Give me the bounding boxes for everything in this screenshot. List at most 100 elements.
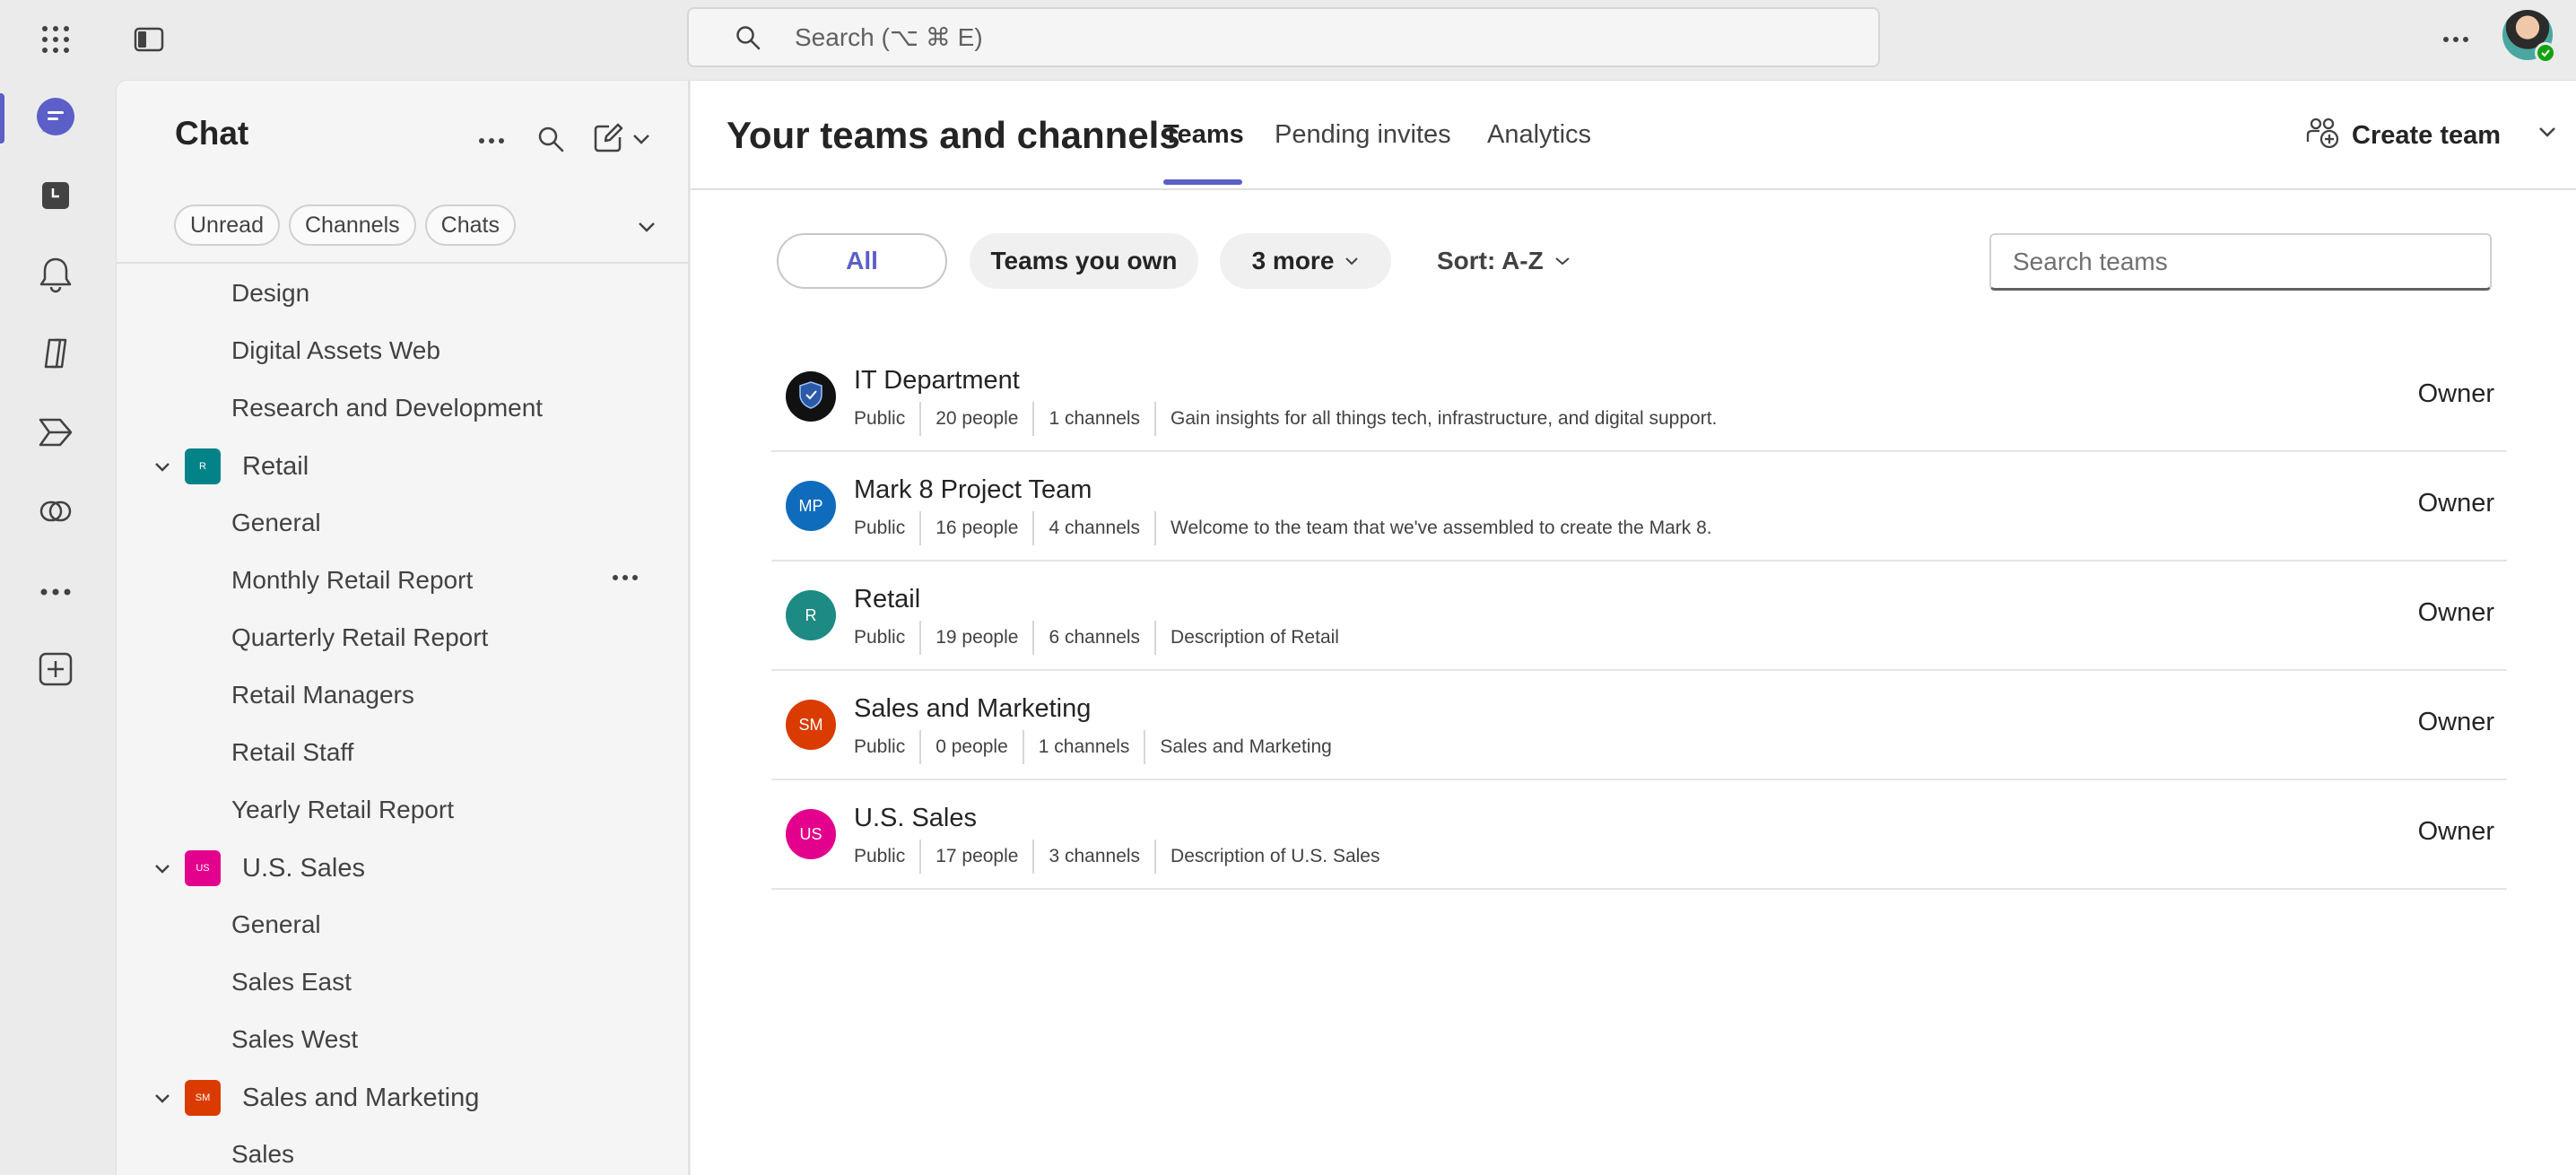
- divider: [1032, 402, 1035, 436]
- channel-item[interactable]: Sales West: [231, 1025, 358, 1054]
- rail-add-app[interactable]: [0, 635, 111, 707]
- team-avatar: R: [185, 448, 221, 484]
- team-description: Sales and Marketing: [1160, 736, 1332, 757]
- divider: [1144, 730, 1146, 764]
- channel-item[interactable]: General: [231, 910, 321, 939]
- divider: [1032, 840, 1035, 874]
- chat-filter-pills: Unread Channels Chats: [174, 205, 516, 246]
- team-people: 0 people: [936, 736, 1008, 757]
- tab-teams[interactable]: Teams: [1163, 120, 1244, 150]
- planner-icon: [37, 414, 74, 455]
- new-chat-chevron-down-icon[interactable]: [630, 127, 653, 151]
- team-row[interactable]: MP Mark 8 Project Team Public 16 people …: [771, 452, 2507, 561]
- team-avatar: [786, 371, 836, 422]
- presence-available-icon: [2535, 42, 2556, 64]
- more-options-icon[interactable]: [2436, 20, 2476, 59]
- channel-item[interactable]: Quarterly Retail Report: [231, 623, 488, 652]
- divider: [919, 840, 922, 874]
- divider: [1154, 402, 1157, 436]
- team-description: Description of U.S. Sales: [1171, 846, 1380, 866]
- team-role: Owner: [2417, 817, 2494, 846]
- team-meta: Public 0 people 1 channels Sales and Mar…: [854, 730, 1332, 764]
- rail-copilot[interactable]: [0, 319, 111, 391]
- team-visibility: Public: [854, 846, 906, 866]
- chat-panel: Chat Unread Channels Chats Design Digita…: [116, 80, 690, 1175]
- team-visibility: Public: [854, 518, 906, 538]
- team-row[interactable]: R Retail Public 19 people 6 channels Des…: [771, 561, 2507, 671]
- sort-dropdown[interactable]: Sort: A-Z: [1437, 247, 1571, 275]
- rail-activity[interactable]: [0, 240, 111, 312]
- rail-loop[interactable]: [0, 477, 111, 549]
- channel-item[interactable]: Digital Assets Web: [231, 336, 440, 365]
- create-team-chevron-down-icon[interactable]: [2538, 126, 2556, 142]
- team-visibility: Public: [854, 408, 906, 429]
- divider: [919, 730, 922, 764]
- divider: [919, 402, 922, 436]
- chat-panel-title: Chat: [175, 115, 249, 152]
- top-bar: Search (⌥ ⌘ E): [0, 0, 2576, 80]
- team-name: U.S. Sales: [854, 804, 977, 832]
- app-launcher-icon[interactable]: [36, 20, 75, 59]
- active-tab-indicator: [1163, 179, 1242, 185]
- channel-item[interactable]: Monthly Retail Report: [231, 566, 473, 595]
- calendar-icon: [39, 179, 72, 216]
- team-name: Mark 8 Project Team: [854, 475, 1092, 504]
- channel-item[interactable]: Retail Managers: [231, 681, 414, 709]
- app-rail: [0, 80, 116, 1175]
- team-role: Owner: [2417, 379, 2494, 408]
- rail-more-apps[interactable]: [0, 556, 111, 628]
- team-channels: 4 channels: [1049, 518, 1141, 538]
- create-team-button[interactable]: Create team: [2305, 115, 2501, 156]
- chat-more-options-icon[interactable]: [474, 127, 509, 154]
- tab-analytics[interactable]: Analytics: [1487, 120, 1591, 150]
- global-search-input[interactable]: Search (⌥ ⌘ E): [687, 7, 1880, 67]
- divider: [1022, 730, 1024, 764]
- tab-pending-invites[interactable]: Pending invites: [1275, 120, 1451, 150]
- filter-teams-you-own-button[interactable]: Teams you own: [970, 233, 1198, 289]
- channel-item[interactable]: Research and Development: [231, 394, 543, 422]
- team-header-sales-and-marketing[interactable]: SM Sales and Marketing: [149, 1080, 479, 1116]
- channel-item[interactable]: General: [231, 509, 321, 537]
- chat-icon: [35, 96, 76, 142]
- rail-planner[interactable]: [0, 398, 111, 470]
- rail-chat[interactable]: [0, 83, 111, 154]
- team-people: 16 people: [936, 518, 1019, 538]
- team-row[interactable]: IT Department Public 20 people 1 channel…: [771, 343, 2507, 452]
- channel-item[interactable]: Sales: [231, 1140, 294, 1169]
- user-avatar[interactable]: [2502, 10, 2556, 64]
- filters-chevron-down-icon[interactable]: [635, 215, 658, 239]
- team-header-retail[interactable]: R Retail: [149, 448, 309, 484]
- team-role: Owner: [2417, 598, 2494, 627]
- channel-item[interactable]: Design: [231, 279, 309, 308]
- divider: [1154, 621, 1157, 655]
- divider: [1032, 621, 1035, 655]
- team-meta: Public 16 people 4 channels Welcome to t…: [854, 511, 1712, 545]
- search-icon: [735, 25, 771, 50]
- channel-item[interactable]: Sales East: [231, 968, 352, 997]
- new-chat-icon[interactable]: [590, 120, 626, 156]
- create-team-label: Create team: [2352, 120, 2502, 150]
- main-header: Your teams and channels Teams Pending in…: [691, 81, 2576, 190]
- team-row[interactable]: SM Sales and Marketing Public 0 people 1…: [771, 671, 2507, 780]
- filter-channels[interactable]: Channels: [289, 205, 416, 246]
- filter-more-button[interactable]: 3 more: [1220, 233, 1391, 289]
- filter-unread[interactable]: Unread: [174, 205, 280, 246]
- team-meta: Public 19 people 6 channels Description …: [854, 621, 1339, 655]
- channel-item[interactable]: Retail Staff: [231, 738, 353, 767]
- filter-all-button[interactable]: All: [777, 233, 947, 289]
- team-channels: 3 channels: [1049, 846, 1141, 866]
- sidebar-toggle-icon[interactable]: [129, 20, 169, 59]
- team-row[interactable]: US U.S. Sales Public 17 people 3 channel…: [771, 780, 2507, 890]
- rail-calendar[interactable]: [0, 161, 111, 233]
- channel-more-options-icon[interactable]: [612, 558, 639, 588]
- channel-item[interactable]: Yearly Retail Report: [231, 796, 454, 824]
- filter-chats[interactable]: Chats: [424, 205, 516, 246]
- divider: [117, 262, 688, 264]
- team-avatar: SM: [185, 1080, 221, 1116]
- chat-search-icon[interactable]: [533, 121, 569, 157]
- team-avatar: US: [185, 850, 221, 886]
- search-teams-input[interactable]: [1989, 233, 2492, 291]
- team-header-us-sales[interactable]: US U.S. Sales: [149, 850, 365, 886]
- team-meta: Public 20 people 1 channels Gain insight…: [854, 402, 1717, 436]
- team-avatar: SM: [786, 700, 836, 750]
